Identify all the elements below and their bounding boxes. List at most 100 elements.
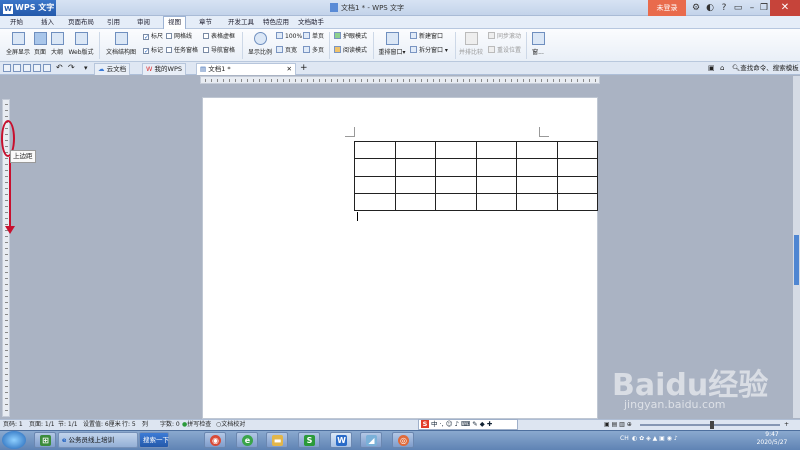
- tab-list-icon[interactable]: ▣: [708, 64, 715, 72]
- document-table[interactable]: [354, 140, 598, 212]
- single-page-button[interactable]: 单页: [303, 32, 324, 41]
- table-cell[interactable]: [354, 140, 396, 160]
- login-button[interactable]: 未登录: [648, 0, 686, 16]
- pin-icon[interactable]: ⌂: [720, 64, 724, 72]
- print-icon[interactable]: [33, 64, 41, 72]
- tab-home[interactable]: 开始: [6, 17, 27, 28]
- new-tab-icon[interactable]: +: [300, 63, 308, 74]
- customize-dropdown-icon[interactable]: ▾: [84, 64, 92, 72]
- taskbar-360-browser[interactable]: e: [236, 432, 258, 448]
- table-cell[interactable]: [435, 175, 477, 194]
- new-window-button[interactable]: 新建窗口: [410, 32, 443, 41]
- table-cell[interactable]: [516, 175, 558, 194]
- taskbar-clock[interactable]: 9:47 2020/5/27: [752, 431, 792, 447]
- task-pane-checkbox[interactable]: 任务窗格: [166, 46, 198, 55]
- ruler-checkbox[interactable]: ✓ 标尺: [143, 32, 163, 41]
- table-cell[interactable]: [556, 192, 598, 212]
- undo-icon[interactable]: ↶: [56, 64, 64, 72]
- side-by-side-button[interactable]: 并排比较: [456, 31, 486, 59]
- minimize-icon[interactable]: –: [746, 2, 758, 14]
- tab-page-layout[interactable]: 页面布局: [64, 17, 98, 28]
- tab-reference[interactable]: 引用: [103, 17, 124, 28]
- web-view-button[interactable]: Web版式: [66, 31, 96, 59]
- open-icon[interactable]: [3, 64, 11, 72]
- arrange-window-button[interactable]: 重排窗口▾: [376, 31, 408, 59]
- app-menu-button[interactable]: WWPS 文字 ▾: [0, 0, 56, 28]
- reset-position-button[interactable]: 重设位置: [488, 46, 521, 55]
- tray-language[interactable]: CH: [620, 435, 629, 442]
- table-cell[interactable]: [435, 158, 477, 177]
- tab-chapter[interactable]: 章节: [195, 17, 216, 28]
- skin-icon[interactable]: ◐: [704, 2, 716, 14]
- nav-pane-checkbox[interactable]: 导航窗格: [203, 46, 235, 55]
- page-width-button[interactable]: 页宽: [276, 46, 297, 55]
- view-mode-icons[interactable]: ▣ ▤ ▥ ⊕: [604, 420, 632, 430]
- settings-icon[interactable]: ⚙: [690, 2, 702, 14]
- table-cell[interactable]: [394, 158, 436, 177]
- zoom-100-button[interactable]: 100%: [276, 32, 302, 41]
- gridlines-checkbox[interactable]: 网格线: [166, 32, 192, 41]
- save-icon[interactable]: [13, 64, 21, 72]
- doc-structure-button[interactable]: 文档结构图: [102, 31, 140, 59]
- ime-toolbar[interactable]: S中 ·, ☺ ♪ ⌨ ✎ ◆ ✚: [418, 419, 518, 430]
- table-cell[interactable]: [394, 175, 436, 194]
- read-mode-button[interactable]: 阅读模式: [334, 46, 367, 55]
- table-cell[interactable]: [475, 192, 517, 212]
- table-cell[interactable]: [556, 175, 598, 194]
- taskbar-ie-window[interactable]: e 公务员线上培训: [58, 432, 138, 448]
- taskbar-explorer[interactable]: ⊞: [34, 432, 56, 448]
- table-cell[interactable]: [475, 158, 517, 177]
- table-cell[interactable]: [354, 175, 396, 194]
- tab-document1[interactable]: ▤ 文档1 * ✕: [196, 63, 296, 75]
- command-search[interactable]: 🔍︎查找命令、搜索模板: [732, 63, 799, 74]
- taskbar-folder[interactable]: ▬: [266, 432, 288, 448]
- taskbar-wps-spreadsheet[interactable]: S: [298, 432, 320, 448]
- close-button[interactable]: ✕: [770, 0, 800, 16]
- redo-icon[interactable]: ↷: [68, 64, 76, 72]
- split-window-button[interactable]: 拆分窗口 ▾: [410, 46, 448, 55]
- page-view-button[interactable]: 页面: [32, 31, 48, 59]
- scrollbar-thumb[interactable]: [794, 235, 799, 285]
- eye-mode-button[interactable]: 护眼模式: [334, 32, 367, 41]
- doc-check-toggle[interactable]: ○文档校对: [216, 420, 245, 430]
- tab-developer[interactable]: 开发工具: [224, 17, 258, 28]
- taskbar-media[interactable]: ◎: [392, 432, 414, 448]
- table-cell[interactable]: [435, 192, 477, 212]
- markup-checkbox[interactable]: ✓ 标记: [143, 46, 163, 55]
- table-cell[interactable]: [516, 158, 558, 177]
- tray-icons[interactable]: ◐ ✿ ◈ ▲ ▣ ◉ ♪: [632, 435, 678, 442]
- start-button[interactable]: [2, 431, 26, 449]
- table-cell[interactable]: [516, 192, 558, 212]
- output-pdf-icon[interactable]: [23, 64, 31, 72]
- table-cell[interactable]: [435, 140, 477, 160]
- table-cell[interactable]: [475, 175, 517, 194]
- taskbar-wps-writer[interactable]: W: [330, 432, 352, 448]
- close-tab-icon[interactable]: ✕: [287, 64, 292, 75]
- table-gridlines-checkbox[interactable]: 表格虚框: [203, 32, 235, 41]
- spell-check-toggle[interactable]: ●拼写检查: [182, 420, 211, 430]
- tab-cloud-docs[interactable]: ☁ 云文档: [94, 63, 131, 75]
- zoom-ratio-button[interactable]: 显示比例: [245, 31, 275, 59]
- tab-insert[interactable]: 插入: [37, 17, 58, 28]
- table-cell[interactable]: [516, 140, 558, 160]
- window-menu-button[interactable]: 窗...: [528, 31, 548, 59]
- taskbar-search-button[interactable]: 搜索一下: [139, 432, 169, 448]
- table-cell[interactable]: [475, 140, 517, 160]
- tab-special[interactable]: 特色应用: [259, 17, 293, 28]
- sync-scroll-button[interactable]: 同步滚动: [488, 32, 521, 41]
- multi-page-button[interactable]: 多页: [303, 46, 324, 55]
- zoom-in-icon[interactable]: +: [784, 420, 789, 430]
- fullscreen-button[interactable]: 全屏显示: [4, 31, 32, 59]
- table-cell[interactable]: [556, 140, 598, 160]
- table-cell[interactable]: [394, 192, 436, 212]
- tab-doc-assistant[interactable]: 文档助手: [294, 17, 328, 28]
- tab-review[interactable]: 审阅: [133, 17, 154, 28]
- zoom-slider-thumb[interactable]: [710, 421, 714, 429]
- outline-view-button[interactable]: 大纲: [49, 31, 65, 59]
- minimize-ribbon-icon[interactable]: ▭: [732, 2, 744, 14]
- table-cell[interactable]: [354, 158, 396, 177]
- tab-view[interactable]: 视图: [163, 16, 186, 29]
- print-preview-icon[interactable]: [43, 64, 51, 72]
- help-icon[interactable]: ?: [718, 2, 730, 14]
- table-cell[interactable]: [394, 140, 436, 160]
